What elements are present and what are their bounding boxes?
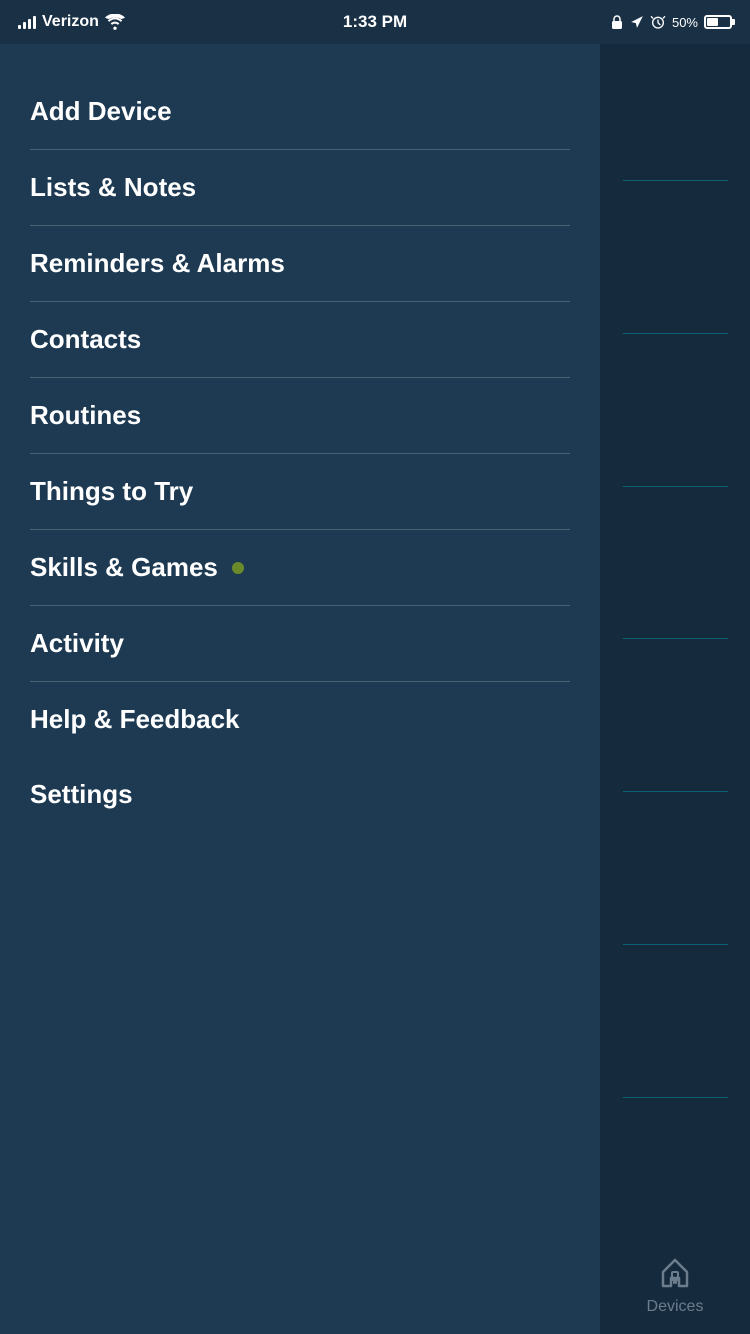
right-divider-2: [623, 333, 728, 334]
carrier-label: Verizon: [42, 13, 99, 31]
menu-item-help-feedback[interactable]: Help & Feedback: [0, 682, 600, 757]
status-right: 50%: [610, 14, 732, 30]
right-divider-4: [623, 638, 728, 639]
menu-item-label-contacts: Contacts: [30, 324, 141, 355]
menu-item-contacts[interactable]: Contacts: [0, 302, 600, 377]
menu-item-add-device[interactable]: Add Device: [0, 74, 600, 149]
status-left: Verizon: [18, 13, 125, 31]
battery-icon: [704, 15, 732, 29]
battery-percent: 50%: [672, 15, 698, 30]
menu-item-lists-notes[interactable]: Lists & Notes: [0, 150, 600, 225]
wifi-icon: [105, 14, 125, 30]
notification-dot-skills-games: [232, 562, 244, 574]
menu-item-settings[interactable]: Settings: [0, 757, 600, 832]
right-divider-3: [623, 486, 728, 487]
menu-item-label-things-to-try: Things to Try: [30, 476, 193, 507]
menu-item-label-skills-games: Skills & Games: [30, 552, 218, 583]
alarm-icon: [650, 14, 666, 30]
right-divider-6: [623, 944, 728, 945]
devices-tab-label: Devices: [647, 1298, 704, 1316]
menu-item-label-help-feedback: Help & Feedback: [30, 704, 240, 735]
menu-item-label-settings: Settings: [30, 779, 133, 810]
status-bar: Verizon 1:33 PM 50%: [0, 0, 750, 44]
menu-item-label-reminders-alarms: Reminders & Alarms: [30, 248, 285, 279]
right-divider-5: [623, 791, 728, 792]
main-layout: Add Device Lists & Notes Reminders & Alarm…: [0, 44, 750, 1334]
right-divider-1: [623, 180, 728, 181]
menu-item-skills-games[interactable]: Skills & Games: [0, 530, 600, 605]
menu-item-routines[interactable]: Routines: [0, 378, 600, 453]
devices-home-icon: [655, 1252, 695, 1292]
right-panel-lines: [600, 44, 750, 1234]
right-divider-7: [623, 1097, 728, 1098]
signal-bars-icon: [18, 15, 36, 29]
menu-item-label-routines: Routines: [30, 400, 141, 431]
menu-panel: Add Device Lists & Notes Reminders & Alarm…: [0, 44, 600, 1334]
menu-item-activity[interactable]: Activity: [0, 606, 600, 681]
menu-item-reminders-alarms[interactable]: Reminders & Alarms: [0, 226, 600, 301]
menu-item-label-add-device: Add Device: [30, 96, 172, 127]
right-panel: Devices: [600, 44, 750, 1334]
lock-icon: [610, 14, 624, 30]
status-time: 1:33 PM: [343, 12, 407, 32]
menu-item-things-to-try[interactable]: Things to Try: [0, 454, 600, 529]
location-icon: [630, 15, 644, 29]
menu-item-label-activity: Activity: [30, 628, 124, 659]
devices-tab[interactable]: Devices: [600, 1234, 750, 1334]
menu-item-label-lists-notes: Lists & Notes: [30, 172, 196, 203]
